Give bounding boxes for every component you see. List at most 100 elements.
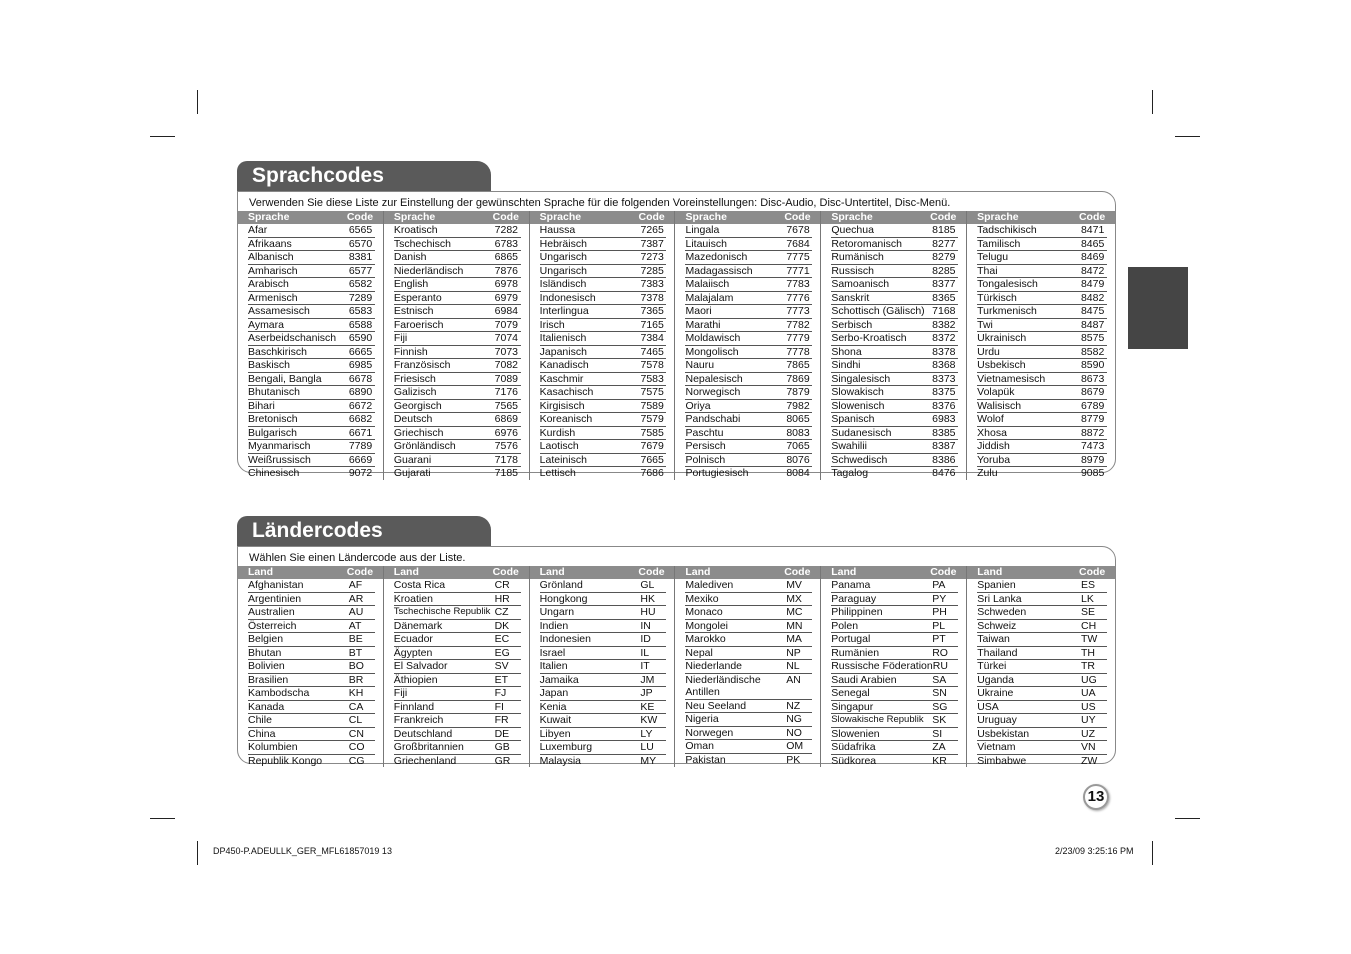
entry-code: 7775 (786, 251, 810, 263)
entry-name: Kaschmir (539, 372, 584, 385)
entry-name: Schweden (977, 606, 1027, 618)
entry-code: 8385 (932, 426, 956, 439)
table-row: Usbekistan UZ (977, 728, 1107, 741)
entry-name: Kroatisch (393, 224, 438, 236)
header-name: Land (977, 566, 1003, 578)
entry-name: Bhutanisch (248, 386, 300, 398)
entry-name: Sri Lanka (977, 592, 1022, 605)
entry-name: Saudi Arabien (831, 673, 897, 686)
table-row: Madagassisch 7771 (685, 265, 813, 278)
column-header: Sprache Code (821, 211, 967, 224)
entry-name: Slowenisch (831, 399, 885, 412)
entry-name: Moldawisch (685, 332, 741, 344)
table-row: Wolof 8779 (977, 413, 1107, 427)
table-column: Land Code Spanien ES Sri Lanka LK Schweden SE Sc… (967, 566, 1115, 767)
table-row: Vietnamesisch 8673 (977, 373, 1107, 386)
table-row: Usbekisch 8590 (977, 359, 1107, 373)
entry-name: Malediven (685, 579, 734, 591)
table-row: Kirgisisch 7589 (539, 400, 667, 413)
table-row: Ungarisch 7285 (539, 265, 667, 278)
header-name: Sprache (248, 211, 290, 223)
entry-name: Deutsch (393, 413, 433, 425)
table-row: Afar 6565 (248, 224, 375, 238)
table-row: Urdu 8582 (977, 345, 1107, 359)
entry-name: Brasilien (248, 673, 289, 686)
table-row: Slowenisch 8376 (831, 399, 959, 413)
entry-code: 7065 (786, 440, 810, 452)
header-code: Code (784, 566, 811, 578)
crop-mark (197, 90, 198, 114)
entry-name: Lettisch (539, 467, 576, 479)
entry-name: Grönländisch (393, 440, 456, 452)
entry-code: 8482 (1080, 291, 1105, 304)
table-row: Philippinen PH (831, 606, 959, 620)
entry-code: 8386 (932, 453, 956, 466)
entry-code: PK (786, 753, 801, 766)
table-row: Ägypten EG (393, 647, 521, 660)
entry-name: Hongkong (539, 592, 588, 605)
entry-name: Guarani (393, 453, 432, 466)
entry-code: LK (1080, 592, 1094, 605)
entry-code: 6976 (494, 426, 519, 439)
entry-code: US (1080, 700, 1096, 713)
entry-code: FI (494, 700, 504, 713)
entry-name: Frankreich (393, 714, 444, 726)
table-box: Wählen Sie einen Ländercode aus der List… (237, 546, 1116, 767)
entry-code: 8979 (1080, 453, 1105, 466)
entry-name: Niederländische Antillen (685, 673, 761, 699)
entry-code: 8582 (1080, 345, 1105, 358)
entry-name: Australien (248, 606, 295, 618)
entry-code: 6577 (348, 264, 373, 277)
table-row: Spanisch 6983 (831, 413, 959, 427)
table-row: Sudanesisch 8385 (831, 426, 959, 440)
crop-mark (150, 818, 175, 819)
column-header: Sprache Code (383, 211, 529, 224)
header-code: Code (346, 211, 374, 223)
entry-code: AR (348, 592, 364, 605)
entry-code: 8279 (932, 251, 956, 263)
table-row: Indien IN (539, 620, 667, 633)
entry-name: Französisch (393, 359, 451, 371)
table-row: Italien IT (539, 660, 667, 674)
table-row: Fiji FJ (393, 687, 521, 701)
entry-code: SE (1080, 606, 1095, 618)
table-row: Paraguay PY (831, 593, 959, 606)
entry-code: 7869 (786, 372, 810, 385)
table-row: Interlingua 7365 (539, 305, 667, 319)
table-row: Yoruba 8979 (977, 453, 1107, 467)
entry-name: Galizisch (393, 386, 437, 398)
table-row: Gujarati 7185 (394, 467, 521, 480)
entry-name: Neu Seeland (685, 699, 747, 712)
table-row: Tongalesisch 8479 (977, 278, 1107, 292)
entry-code: 7782 (786, 318, 810, 331)
entry-code: 6570 (348, 237, 373, 250)
table-row: Twi 8487 (977, 319, 1107, 332)
entry-code: GB (494, 741, 510, 753)
entry-code: 8476 (932, 467, 956, 479)
table-row: Slowakische Republik SK (831, 714, 959, 728)
section-intro: Wählen Sie einen Ländercode aus der List… (249, 552, 466, 564)
entry-name: Kambodscha (248, 687, 310, 699)
entry-name: Baskisch (248, 359, 291, 371)
entry-name: Usbekisch (977, 359, 1026, 371)
table-row: Ukraine UA (977, 687, 1107, 701)
table-row: Turkmenisch 8475 (977, 305, 1107, 319)
table-row: Ecuador EC (393, 633, 521, 647)
table-row: Koreanisch 7579 (539, 413, 667, 427)
entry-code: 7679 (640, 440, 664, 452)
entry-name: Italienisch (539, 332, 587, 344)
table-row: Zulu 9085 (977, 467, 1107, 480)
table-row: Finnland FI (393, 700, 521, 714)
entry-code: BR (348, 673, 364, 686)
table-row: Senegal SN (831, 687, 959, 701)
table-row: Neu Seeland NZ (685, 699, 813, 713)
entry-name: Urdu (977, 345, 1000, 358)
table-row: Portugiesisch 8084 (685, 467, 812, 480)
entry-code: EC (494, 633, 510, 645)
entry-code: RO (932, 646, 948, 659)
entry-code: 9085 (1080, 467, 1105, 479)
table-row: Niederländische Antillen AN (685, 673, 813, 700)
header-name: Sprache (977, 211, 1019, 223)
table-row: Assamesisch 6583 (248, 305, 375, 319)
section-title: Ländercodes (237, 516, 491, 548)
